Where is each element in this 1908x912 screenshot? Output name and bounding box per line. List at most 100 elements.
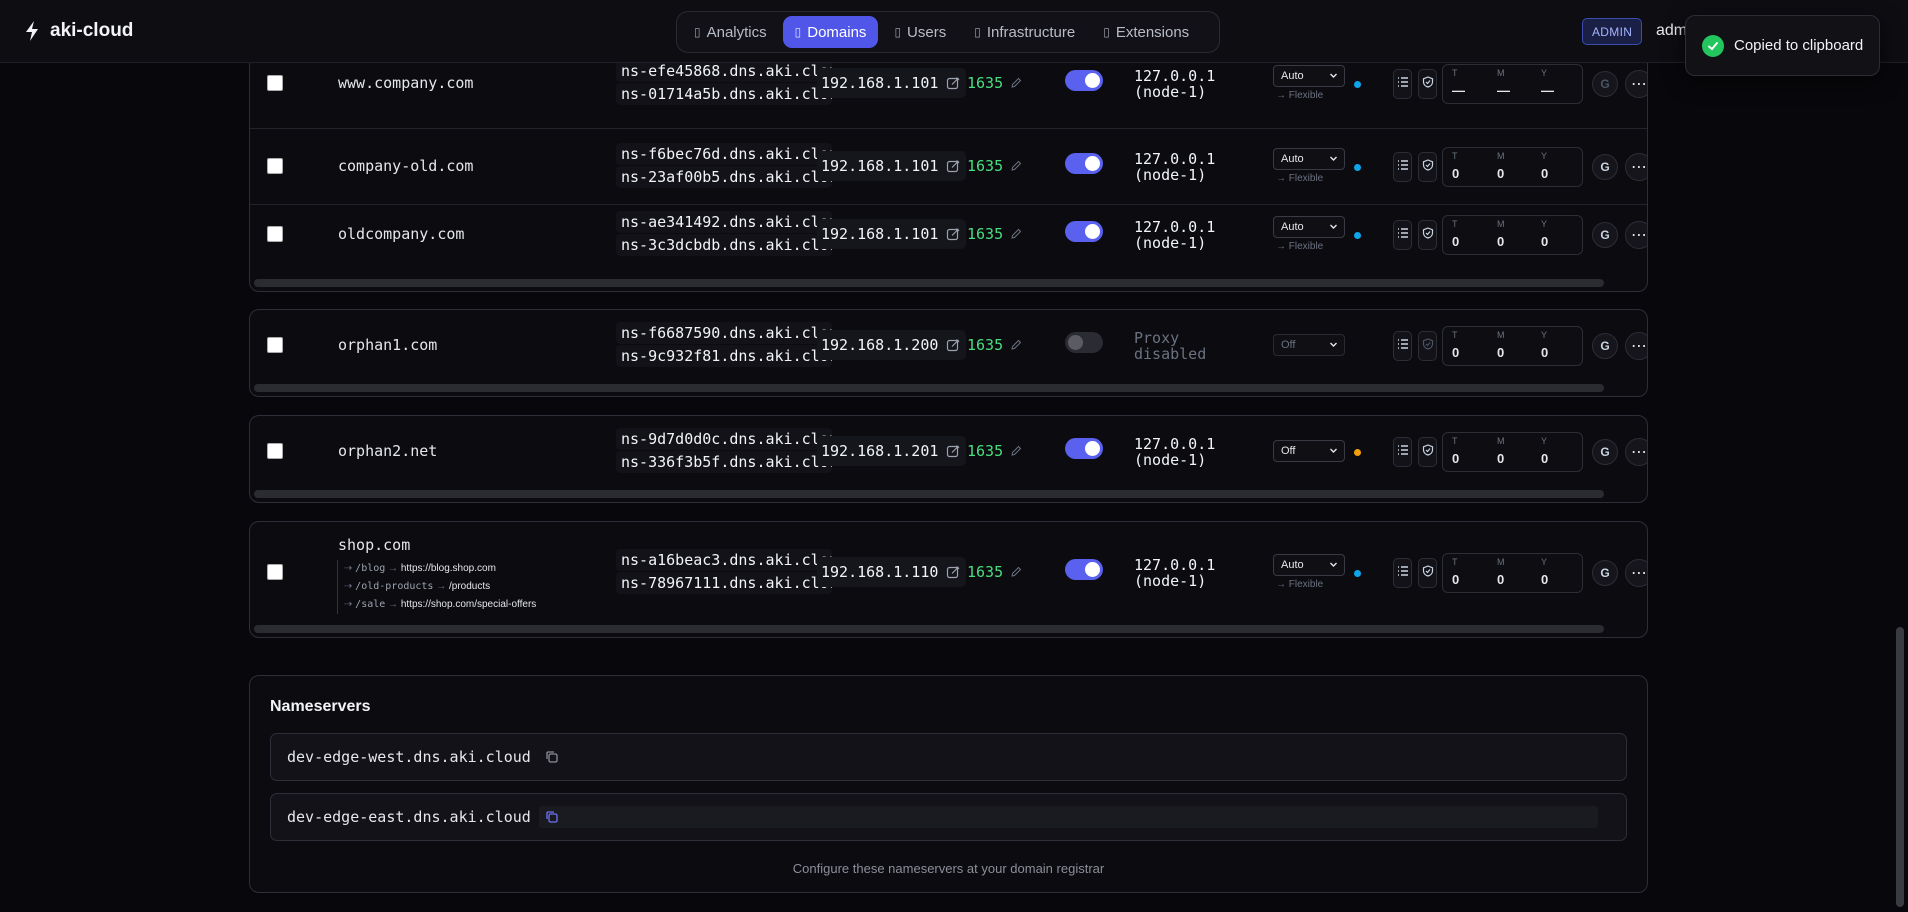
page-scrollbar[interactable] <box>1896 627 1904 907</box>
ip-address-field[interactable]: 192.168.1.101 <box>817 151 967 181</box>
records-button[interactable] <box>1393 558 1412 588</box>
security-button[interactable] <box>1418 152 1437 182</box>
domain-name[interactable]: shop.com <box>338 536 410 554</box>
domain-name[interactable]: www.company.com <box>338 74 473 92</box>
edit-icon[interactable] <box>946 159 960 173</box>
proxy-toggle[interactable] <box>1065 559 1103 580</box>
tab-users[interactable]: ▯ Users <box>882 16 958 48</box>
security-button[interactable] <box>1418 331 1437 361</box>
row-checkbox[interactable] <box>267 75 283 91</box>
ip-address-field[interactable]: 192.168.1.200 <box>817 330 967 360</box>
records-button[interactable] <box>1393 331 1412 361</box>
ip-address-field[interactable]: 192.168.1.201 <box>817 436 967 466</box>
security-button[interactable] <box>1418 220 1437 250</box>
records-button[interactable] <box>1393 437 1412 467</box>
copy-icon[interactable] <box>545 750 559 764</box>
pencil-icon[interactable] <box>1010 228 1022 240</box>
ssl-mode-select[interactable]: Off <box>1273 440 1345 462</box>
nameserver-primary[interactable]: ns-f6687590.dns.aki.cloud <box>616 322 832 344</box>
g-button[interactable]: G <box>1592 154 1618 180</box>
nameserver-primary[interactable]: ns-efe45868.dns.aki.cloud <box>616 60 832 82</box>
security-button[interactable] <box>1418 69 1437 99</box>
nameserver-primary[interactable]: ns-9d7d0d0c.dns.aki.cloud <box>616 428 832 450</box>
records-button[interactable] <box>1393 69 1412 99</box>
nameserver-primary[interactable]: ns-a16beac3.dns.aki.cloud <box>616 549 832 571</box>
more-icon[interactable]: ⋯ <box>1625 438 1647 466</box>
row-checkbox[interactable] <box>267 337 283 353</box>
origin-address: 127.0.0.1 (node-1) <box>1134 556 1216 590</box>
domain-row: oldcompany.com ns-ae341492.dns.aki.cloud n… <box>250 205 1647 281</box>
brand[interactable]: aki-cloud <box>24 20 133 42</box>
pencil-icon[interactable] <box>1010 566 1022 578</box>
tab-infrastructure[interactable]: ▯ Infrastructure <box>962 16 1087 48</box>
more-icon[interactable]: ⋯ <box>1625 332 1647 360</box>
nameserver-secondary[interactable]: ns-23af00b5.dns.aki.cloud <box>616 166 832 188</box>
shield-icon <box>1422 337 1434 355</box>
users-icon: ▯ <box>894 25 902 39</box>
domain-name[interactable]: orphan2.net <box>338 442 437 460</box>
stat-label: T <box>1452 330 1458 340</box>
more-icon[interactable]: ⋯ <box>1625 559 1647 587</box>
nameserver-secondary[interactable]: ns-78967111.dns.aki.cloud <box>616 572 832 594</box>
tab-domains[interactable]: ▯ Domains <box>782 16 879 48</box>
ssl-mode-select[interactable]: Auto <box>1273 148 1345 170</box>
pencil-icon[interactable] <box>1010 160 1022 172</box>
pencil-icon[interactable] <box>1010 445 1022 457</box>
nameserver-primary[interactable]: ns-f6bec76d.dns.aki.cloud <box>616 143 832 165</box>
stat-today: 0 <box>1452 572 1460 587</box>
ip-address-field[interactable]: 192.168.1.101 <box>817 68 967 98</box>
g-button[interactable]: G <box>1592 333 1618 359</box>
copy-icon[interactable] <box>545 810 559 824</box>
g-button[interactable]: G <box>1592 560 1618 586</box>
nameserver-secondary[interactable]: ns-01714a5b.dns.aki.cloud <box>616 83 832 105</box>
horizontal-scrollbar[interactable] <box>254 384 1604 392</box>
edit-icon[interactable] <box>946 227 960 241</box>
ssl-mode-select[interactable]: Off <box>1273 334 1345 356</box>
more-icon[interactable]: ⋯ <box>1625 153 1647 181</box>
pencil-icon[interactable] <box>1010 339 1022 351</box>
nameserver-secondary[interactable]: ns-3c3dcbdb.dns.aki.cloud <box>616 234 832 256</box>
g-button[interactable]: G <box>1592 222 1618 248</box>
domain-name[interactable]: company-old.com <box>338 157 473 175</box>
records-button[interactable] <box>1393 220 1412 250</box>
records-button[interactable] <box>1393 152 1412 182</box>
more-icon[interactable]: ⋯ <box>1625 221 1647 249</box>
ip-address-field[interactable]: 192.168.1.101 <box>817 219 967 249</box>
row-checkbox[interactable] <box>267 443 283 459</box>
tab-extensions[interactable]: ▯ Extensions <box>1091 16 1201 48</box>
horizontal-scrollbar[interactable] <box>254 490 1604 498</box>
ssl-mode-select[interactable]: Auto <box>1273 65 1345 87</box>
proxy-toggle[interactable] <box>1065 221 1103 242</box>
edit-icon[interactable] <box>946 338 960 352</box>
proxy-toggle[interactable] <box>1065 332 1103 353</box>
nameserver-secondary[interactable]: ns-336f3b5f.dns.aki.cloud <box>616 451 832 473</box>
stat-label: Y <box>1541 436 1548 446</box>
security-button[interactable] <box>1418 558 1437 588</box>
security-button[interactable] <box>1418 437 1437 467</box>
row-checkbox[interactable] <box>267 226 283 242</box>
ip-address-field[interactable]: 192.168.1.110 <box>817 557 967 587</box>
ttl-value: 1635 <box>967 336 1004 354</box>
edit-icon[interactable] <box>946 565 960 579</box>
edit-icon[interactable] <box>946 76 960 90</box>
row-checkbox[interactable] <box>267 564 283 580</box>
pencil-icon[interactable] <box>1010 77 1022 89</box>
g-button[interactable]: G <box>1592 439 1618 465</box>
nameserver-primary[interactable]: ns-ae341492.dns.aki.cloud <box>616 211 832 233</box>
nameserver-secondary[interactable]: ns-9c932f81.dns.aki.cloud <box>616 345 832 367</box>
ssl-mode-select[interactable]: Auto <box>1273 554 1345 576</box>
horizontal-scrollbar[interactable] <box>254 279 1604 287</box>
row-checkbox[interactable] <box>267 158 283 174</box>
more-icon[interactable]: ⋯ <box>1625 70 1647 98</box>
domain-name[interactable]: orphan1.com <box>338 336 437 354</box>
horizontal-scrollbar[interactable] <box>254 625 1604 633</box>
proxy-toggle[interactable] <box>1065 438 1103 459</box>
tab-analytics[interactable]: ▯ Analytics <box>682 16 779 48</box>
proxy-toggle[interactable] <box>1065 70 1103 91</box>
edit-icon[interactable] <box>946 444 960 458</box>
domain-name[interactable]: oldcompany.com <box>338 225 464 243</box>
ssl-mode-select[interactable]: Auto <box>1273 216 1345 238</box>
domain-row: shop.com ⇢ /blog → https://blog.shop.com ⇢… <box>250 522 1647 637</box>
proxy-toggle[interactable] <box>1065 153 1103 174</box>
g-button[interactable]: G <box>1592 71 1618 97</box>
